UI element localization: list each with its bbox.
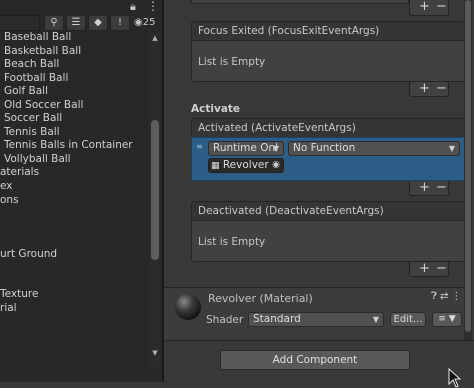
focus-exited-controls: + − xyxy=(409,81,449,97)
list-item[interactable] xyxy=(0,275,150,289)
material-header-icons: ❓︎⇄⋮ xyxy=(431,291,464,302)
search-input[interactable] xyxy=(0,15,40,31)
more-options-icon[interactable]: ⋮ xyxy=(451,291,464,302)
list-item[interactable]: Beach Ball xyxy=(0,58,150,72)
activated-controls: + − xyxy=(409,180,449,196)
activated-header: Activated (ActivateEventArgs) xyxy=(191,118,465,138)
deactivated-header: Deactivated (DeactivateEventArgs) xyxy=(191,201,465,221)
hierarchy-panel: 🔒︎ ⋮ ⚲ ☰ ◆ ! ◉25 Baseball Ball Basketbal… xyxy=(0,0,162,382)
visibility-count[interactable]: ◉25 xyxy=(134,15,155,31)
warning-icon[interactable]: ! xyxy=(110,15,130,31)
inspector-scrollbar-thumb[interactable] xyxy=(465,0,471,332)
function-dropdown[interactable]: No Function ▼ xyxy=(288,141,460,156)
scroll-down-icon[interactable]: ▼ xyxy=(150,348,160,358)
list-item[interactable] xyxy=(0,207,150,221)
list-item[interactable] xyxy=(0,261,150,275)
list-item[interactable]: Golf Ball xyxy=(0,85,150,99)
deactivated-list: List is Empty xyxy=(191,220,465,262)
chevron-down-icon: ▼ xyxy=(272,144,279,153)
list-item[interactable]: Old Soccer Ball xyxy=(0,99,150,113)
runtime-dropdown[interactable]: Runtime Onl ▼ xyxy=(208,141,284,156)
more-options-icon[interactable]: ⋮ xyxy=(147,0,159,12)
scrollbar-thumb[interactable] xyxy=(151,120,159,260)
chevron-down-icon: ▼ xyxy=(372,315,379,324)
eye-count-label: 25 xyxy=(142,17,156,28)
remove-button[interactable]: − xyxy=(436,0,447,14)
shader-dropdown[interactable]: Standard ▼ xyxy=(248,312,384,327)
object-picker-icon[interactable]: ◉ xyxy=(272,159,280,172)
remove-button[interactable]: − xyxy=(436,261,447,276)
edit-shader-button[interactable]: Edit... xyxy=(390,312,426,327)
list-item[interactable]: urt Ground xyxy=(0,248,150,262)
empty-list-text: List is Empty xyxy=(198,56,266,68)
object-field[interactable]: ▦ Revolver ◉ xyxy=(208,158,284,173)
material-title[interactable]: Revolver (Material) xyxy=(208,292,313,305)
list-item[interactable]: Basketball Ball xyxy=(0,45,150,59)
bottom-bar: Add Component xyxy=(164,340,474,388)
search-by-type-icon[interactable]: ⚲ xyxy=(44,15,64,31)
deactivated-title: Deactivated (DeactivateEventArgs) xyxy=(198,205,384,217)
mouse-cursor-icon xyxy=(448,368,462,388)
presets-icon[interactable]: ⇄ xyxy=(440,291,451,302)
list-item[interactable]: rial xyxy=(0,302,150,316)
material-preview-icon xyxy=(175,294,201,320)
focus-exited-header: Focus Exited (FocusExitEventArgs) xyxy=(191,21,465,41)
runtime-value: Runtime Onl xyxy=(213,142,279,154)
asset-tree: Baseball Ball Basketball Ball Beach Ball… xyxy=(0,31,150,315)
list-item[interactable]: Football Ball xyxy=(0,72,150,86)
list-controls: + − xyxy=(409,0,449,16)
remove-button[interactable]: − xyxy=(436,180,447,195)
add-button[interactable]: + xyxy=(419,81,430,96)
shader-label: Shader xyxy=(206,314,244,326)
inspector-panel: + − Focus Exited (FocusExitEventArgs) Li… xyxy=(164,0,474,388)
lock-icon[interactable]: 🔒︎ xyxy=(130,1,142,13)
list-item[interactable]: Soccer Ball xyxy=(0,112,150,126)
shader-options-button[interactable]: ≡ ▼ xyxy=(432,312,462,327)
activated-title: Activated (ActivateEventArgs) xyxy=(198,122,356,134)
list-item[interactable]: Vollyball Ball xyxy=(0,153,150,167)
function-value: No Function xyxy=(293,142,356,154)
list-icon: ≡ xyxy=(438,314,446,324)
previous-list-box xyxy=(191,0,409,4)
scroll-up-icon[interactable]: ▲ xyxy=(150,33,160,43)
add-button[interactable]: + xyxy=(419,0,430,14)
focus-exited-list: List is Empty xyxy=(191,40,465,82)
list-item[interactable]: aterials xyxy=(0,166,150,180)
filter-icon[interactable]: ☰ xyxy=(66,15,86,31)
list-item[interactable]: Tennis Ball xyxy=(0,126,150,140)
script-file-icon: ▦ xyxy=(211,161,220,171)
drag-handle-icon[interactable]: ≡ xyxy=(196,142,203,151)
add-component-button[interactable]: Add Component xyxy=(220,350,410,370)
list-item[interactable]: Baseball Ball xyxy=(0,31,150,45)
remove-button[interactable]: − xyxy=(436,81,447,96)
deactivated-controls: + − xyxy=(409,261,449,277)
add-button[interactable]: + xyxy=(419,180,430,195)
list-item[interactable]: ons xyxy=(0,194,150,208)
label-tag-icon[interactable]: ◆ xyxy=(88,15,108,31)
chevron-down-icon: ▼ xyxy=(448,144,455,153)
list-item[interactable]: ex xyxy=(0,180,150,194)
focus-exited-title: Focus Exited (FocusExitEventArgs) xyxy=(198,25,380,37)
empty-list-text: List is Empty xyxy=(198,236,266,248)
list-item[interactable]: Tennis Balls in Container xyxy=(0,139,150,153)
hierarchy-toolbar: 🔒︎ ⋮ ⚲ ☰ ◆ ! ◉25 xyxy=(0,0,162,31)
material-component: Revolver (Material) ❓︎⇄⋮ Shader Standard… xyxy=(164,287,464,340)
add-button[interactable]: + xyxy=(419,261,430,276)
object-value: Revolver xyxy=(222,159,269,171)
list-item[interactable] xyxy=(0,221,150,235)
list-item[interactable]: Texture xyxy=(0,288,150,302)
activate-section-label: Activate xyxy=(191,103,241,115)
eye-icon: ◉ xyxy=(134,17,143,28)
list-item[interactable] xyxy=(0,234,150,248)
help-icon[interactable]: ❓︎ xyxy=(431,291,440,302)
shader-value: Standard xyxy=(253,313,301,325)
